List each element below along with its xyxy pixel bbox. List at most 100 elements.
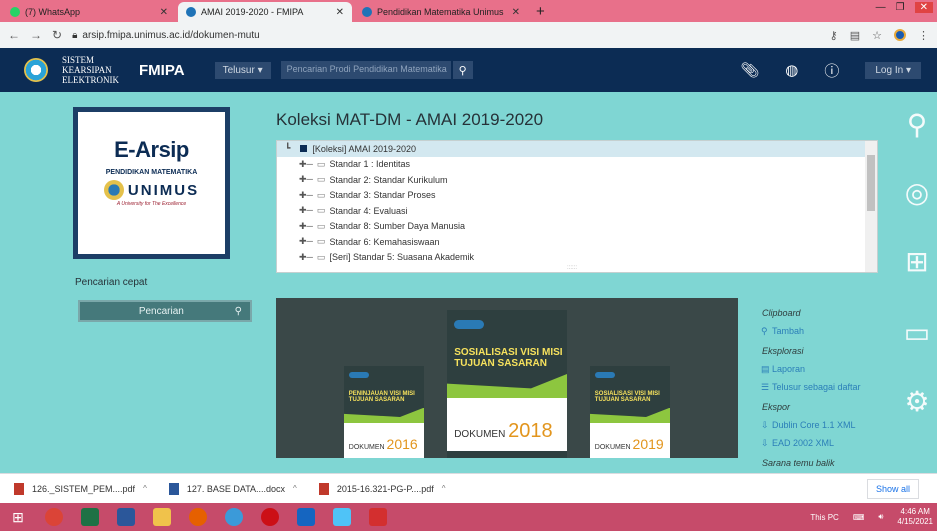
back-icon[interactable]: ← — [8, 28, 20, 42]
site-header: SISTEM KEARSIPAN ELEKTRONIK FMIPA Telusu… — [0, 48, 937, 92]
tree-item[interactable]: ✚─ ▭ [Seri] Standar 5: Suasana Akademik — [277, 250, 877, 266]
info-icon[interactable]: ⓘ — [824, 60, 839, 81]
taskbar-chrome[interactable] — [36, 503, 72, 531]
chevron-up-icon[interactable]: ^ — [143, 484, 147, 493]
taskbar-opera[interactable] — [252, 503, 288, 531]
site-name[interactable]: SISTEM KEARSIPAN ELEKTRONIK — [62, 55, 119, 85]
address-bar: ← → ↻ 🔒︎ arsip.fmipa.unimus.ac.id/dokume… — [0, 22, 937, 48]
menu-icon[interactable]: ⋮ — [918, 29, 929, 42]
chevron-down-icon: ▾ — [257, 64, 263, 76]
expand-icon[interactable]: ✚─ — [299, 221, 313, 232]
tree-item[interactable]: ✚─ ▭ Standar 2: Standar Kurikulum — [277, 172, 877, 188]
taskbar-app[interactable] — [216, 503, 252, 531]
login-button[interactable]: Log In ▾ — [865, 61, 921, 79]
dublin-core-link[interactable]: Dublin Core 1.1 XML — [762, 418, 861, 432]
taskbar-media[interactable] — [288, 503, 324, 531]
export-heading: Ekspor — [762, 402, 791, 412]
expand-icon[interactable]: ✚─ — [299, 205, 313, 216]
reload-icon[interactable]: ↻ — [52, 28, 62, 42]
expand-icon[interactable]: ✚─ — [299, 174, 313, 185]
explore-heading: Eksplorasi — [762, 346, 804, 356]
paperclip-icon[interactable]: 📎︎ — [740, 61, 759, 79]
hard-drive-icon[interactable]: ▭ — [902, 318, 932, 348]
close-icon[interactable]: ✕ — [160, 7, 168, 18]
header-icons: 📎︎ ◍ ⓘ Log In ▾ — [740, 60, 921, 81]
tab-label: (7) WhatsApp — [25, 7, 81, 17]
close-icon[interactable]: ✕ — [512, 7, 520, 18]
forward-icon[interactable]: → — [30, 28, 42, 42]
collection-preview-image[interactable]: PENINJAUAN VISI MISI TUJUAN SASARAN DOKU… — [276, 298, 738, 458]
acrobat-icon — [369, 508, 387, 526]
tab-amai[interactable]: AMAI 2019-2020 - FMIPA ✕ — [178, 2, 352, 22]
folder-icon: ▭ — [316, 236, 326, 247]
search-icon[interactable]: ⚲ — [902, 110, 932, 140]
tab-pendidikan[interactable]: Pendidikan Matematika Unimus ✕ — [354, 2, 528, 22]
word-file-icon — [168, 482, 179, 495]
whatsapp-icon — [10, 7, 20, 17]
download-item[interactable]: 126._SISTEM_PEM....pdf ^ — [14, 482, 147, 495]
ead-link[interactable]: EAD 2002 XML — [762, 436, 861, 450]
keyboard-icon[interactable]: ⌨ — [853, 513, 865, 522]
maximize-icon[interactable]: ❐ — [896, 2, 905, 13]
expand-icon[interactable]: ✚─ — [299, 190, 313, 201]
expand-icon[interactable]: ✚─ — [299, 236, 313, 247]
gear-icon[interactable]: ⚙︎ — [902, 387, 932, 417]
url-field[interactable]: 🔒︎ arsip.fmipa.unimus.ac.id/dokumen-mutu — [72, 25, 820, 45]
star-icon[interactable]: ☆ — [872, 29, 882, 42]
globe-icon[interactable]: ◍ — [785, 61, 798, 79]
finding-aid-heading: Sarana temu balik — [762, 458, 835, 468]
clock[interactable]: 4:46 AM 4/15/2021 — [897, 507, 933, 527]
taskbar-word[interactable] — [108, 503, 144, 531]
download-item[interactable]: 127. BASE DATA....docx ^ — [168, 482, 297, 495]
taskbar-excel[interactable] — [72, 503, 108, 531]
chevron-up-icon[interactable]: ^ — [293, 484, 297, 493]
tree-scrollbar[interactable] — [865, 141, 877, 272]
faculty-name[interactable]: FMIPA — [139, 62, 185, 79]
tree-item[interactable]: ✚─ ▭ Standar 8: Sumber Daya Manusia — [277, 219, 877, 235]
browse-menu-button[interactable]: Telusur ▾ — [214, 61, 271, 79]
quick-search-input[interactable]: Pencarian ⚲ — [78, 300, 252, 322]
browse-as-list-link[interactable]: Telusur sebagai daftar — [762, 380, 861, 394]
report-link[interactable]: Laporan — [762, 362, 861, 376]
expand-icon[interactable]: ✚─ — [299, 159, 313, 170]
taskbar-explorer[interactable] — [144, 503, 180, 531]
tab-whatsapp[interactable]: (7) WhatsApp ✕ — [2, 2, 176, 22]
volume-icon[interactable]: 🔊︎ — [878, 512, 883, 522]
page-title: Koleksi MAT-DM - AMAI 2019-2020 — [276, 110, 544, 129]
taskbar-app2[interactable] — [324, 503, 360, 531]
quick-search-placeholder: Pencarian — [138, 305, 184, 317]
search-input[interactable]: Pencarian Prodi Pendidikan Matematika — [280, 61, 451, 79]
clipboard-add-link[interactable]: Tambah — [762, 324, 861, 338]
tree-item[interactable]: ✚─ ▭ Standar 3: Standar Proses — [277, 188, 877, 204]
close-window-icon[interactable]: ✕ — [914, 2, 933, 13]
this-pc-label[interactable]: This PC — [810, 513, 838, 522]
media-icon — [297, 508, 315, 526]
search-button[interactable]: ⚲ — [452, 61, 473, 79]
tree-root[interactable]: ┗ [Koleksi] AMAI 2019-2020 — [277, 141, 877, 157]
folder-icon: ▭ — [316, 189, 326, 200]
expand-icon[interactable]: ✚─ — [299, 252, 313, 263]
translate-icon[interactable]: ▤ — [850, 29, 860, 42]
windows-icon[interactable]: ⊞ — [902, 247, 932, 277]
firefox-icon — [189, 508, 207, 526]
show-all-button[interactable]: Show all — [866, 478, 919, 499]
tree-item[interactable]: ✚─ ▭ Standar 6: Kemahasiswaan — [277, 234, 877, 250]
key-icon[interactable]: ⚷ — [830, 29, 838, 42]
start-button[interactable]: ⊞ — [0, 503, 36, 531]
minimize-icon[interactable]: — — [876, 2, 886, 13]
site-logo[interactable] — [24, 58, 48, 82]
scroll-thumb[interactable] — [867, 155, 875, 211]
taskbar-firefox[interactable] — [180, 503, 216, 531]
chevron-up-icon[interactable]: ^ — [442, 484, 446, 493]
taskbar-acrobat[interactable] — [360, 503, 396, 531]
close-icon[interactable]: ✕ — [336, 7, 344, 18]
chrome-icon[interactable]: ◎ — [902, 178, 932, 208]
tree-item[interactable]: ✚─ ▭ Standar 4: Evaluasi — [277, 203, 877, 219]
tree-item[interactable]: ✚─ ▭ Standar 1 : Identitas — [277, 157, 877, 173]
search-icon[interactable]: ⚲ — [235, 306, 242, 317]
lock-icon: 🔒︎ — [72, 29, 78, 41]
new-tab-button[interactable]: + — [528, 3, 553, 22]
profile-avatar[interactable] — [894, 28, 906, 41]
resize-grip[interactable]: :::::: — [567, 265, 577, 271]
download-item[interactable]: 2015-16.321-PG-P....pdf ^ — [318, 482, 446, 495]
